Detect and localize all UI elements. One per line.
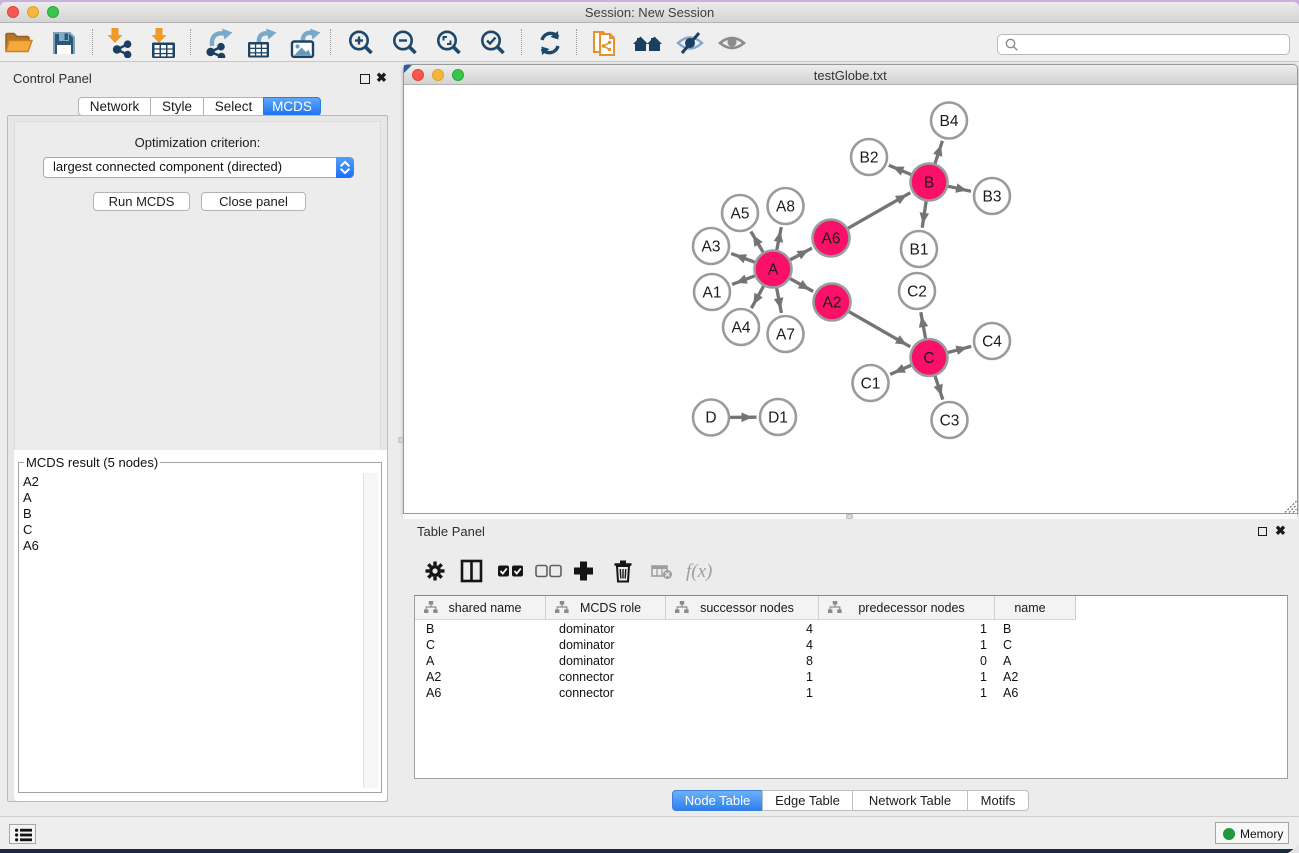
svg-text:C: C: [923, 350, 934, 367]
svg-text:f(x): f(x): [686, 561, 712, 582]
svg-text:D1: D1: [768, 410, 788, 427]
svg-text:D: D: [705, 410, 716, 427]
svg-text:A1: A1: [703, 285, 722, 302]
svg-text:A8: A8: [776, 199, 795, 216]
svg-text:A7: A7: [776, 327, 795, 344]
svg-text:A3: A3: [702, 239, 721, 256]
svg-text:A5: A5: [731, 206, 750, 223]
svg-text:B3: B3: [983, 189, 1002, 206]
svg-text:B: B: [924, 175, 934, 192]
svg-text:B2: B2: [860, 150, 879, 167]
svg-text:A4: A4: [732, 320, 751, 337]
svg-text:A6: A6: [822, 231, 841, 248]
svg-text:C2: C2: [907, 284, 927, 301]
svg-text:C3: C3: [940, 413, 960, 430]
svg-text:B4: B4: [940, 113, 959, 130]
svg-text:A2: A2: [823, 295, 842, 312]
svg-text:C1: C1: [861, 376, 881, 393]
svg-text:B1: B1: [910, 242, 929, 259]
svg-text:C4: C4: [982, 334, 1002, 351]
svg-text:A: A: [768, 262, 779, 279]
